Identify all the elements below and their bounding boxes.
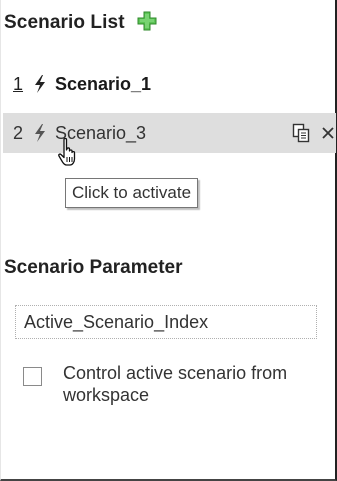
scenario-parameter-input[interactable] — [15, 305, 317, 339]
checkbox-label: Control active scenario from workspace — [63, 363, 288, 405]
scenario-name: Scenario_1 — [55, 73, 152, 94]
add-scenario-plus-icon[interactable] — [137, 11, 157, 31]
close-icon[interactable] — [320, 125, 336, 141]
copy-icon[interactable] — [292, 123, 310, 143]
scenario-row-2[interactable]: 2 Scenario_3 — [3, 113, 336, 153]
scenario-index: 1 — [13, 73, 24, 94]
row-actions — [292, 113, 336, 153]
scenario-parameter-title: Scenario Parameter — [4, 257, 183, 278]
scenario-list-title: Scenario List — [4, 12, 125, 33]
scenario-name: Scenario_3 — [55, 122, 147, 143]
scenario-panel: Scenario List 1 Scenario_1 2 Scenario_3 — [0, 0, 337, 481]
control-active-scenario-option[interactable]: Control active scenario from workspace — [23, 362, 323, 406]
lightning-bolt-icon — [33, 123, 47, 143]
scenario-list-header: Scenario List — [4, 10, 157, 36]
lightning-bolt-icon — [33, 74, 47, 94]
control-active-scenario-checkbox[interactable] — [23, 367, 42, 386]
activate-tooltip: Click to activate — [65, 178, 199, 208]
scenario-index: 2 — [13, 122, 24, 143]
scenario-row-1[interactable]: 1 Scenario_1 — [3, 64, 336, 104]
